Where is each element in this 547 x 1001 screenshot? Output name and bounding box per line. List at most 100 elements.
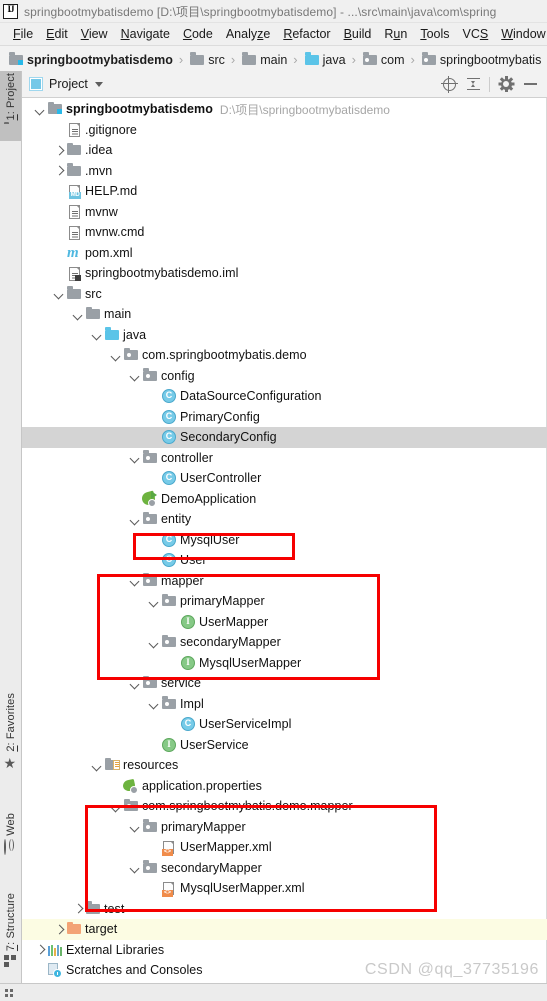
chevron-down-icon[interactable] [53,287,66,300]
tree-row[interactable]: application.properties [22,776,547,797]
intellij-idea-logo [3,3,18,19]
tree-row[interactable]: primaryMapper [22,591,547,612]
stripe-button-structure[interactable]: 7: Structure [0,891,21,972]
menu-item-analyze[interactable]: Analyze [220,25,277,43]
spring-boot-app-icon [140,490,157,507]
chevron-down-icon[interactable] [129,451,142,464]
tree-row[interactable]: DemoApplication [22,489,547,510]
tree-row[interactable]: src [22,284,547,305]
menu-item-file[interactable]: File [7,25,40,43]
menu-item-window[interactable]: Window [495,25,547,43]
menu-item-navigate[interactable]: Navigate [115,25,177,43]
tree-row[interactable]: MysqlUser [22,530,547,551]
tree-row[interactable]: MD HELP.md [22,181,547,202]
tree-row[interactable]: resources [22,755,547,776]
chevron-down-icon[interactable] [148,636,161,649]
tree-row[interactable]: mapper [22,571,547,592]
chevron-down-icon[interactable] [129,513,142,526]
chevron-down-icon[interactable] [129,369,142,382]
tree-row[interactable]: UserServiceImpl [22,714,547,735]
tree-row[interactable]: target [22,919,547,940]
tree-row[interactable]: PrimaryConfig [22,407,547,428]
chevron-down-icon[interactable] [91,328,104,341]
collapse-all-button[interactable] [462,73,484,95]
breadcrumb-item-com[interactable]: com [362,52,405,68]
chevron-down-icon[interactable] [129,677,142,690]
tree-row[interactable]: mvnw [22,202,547,223]
chevron-right-icon[interactable] [53,923,66,936]
tree-row[interactable]: <> UserMapper.xml [22,837,547,858]
menu-item-code[interactable]: Code [177,25,220,43]
chevron-down-icon[interactable] [94,81,103,87]
hide-button[interactable] [519,73,541,95]
tree-row[interactable]: com.springbootmybatis.demo [22,345,547,366]
chevron-down-icon[interactable] [110,800,123,813]
tree-row[interactable]: mvnw.cmd [22,222,547,243]
tree-row[interactable]: com.springbootmybatis.demo.mapper [22,796,547,817]
crosshair-icon [440,75,458,93]
chevron-down-icon[interactable] [34,103,47,116]
menu-item-run[interactable]: Run [378,25,414,43]
project-file-tree[interactable]: springbootmybatisdemo D:\项目\springbootmyb… [22,98,547,983]
tree-row[interactable]: config [22,366,547,387]
menu-item-view[interactable]: View [75,25,115,43]
xml-file-icon: <> [162,840,175,856]
tree-row[interactable]: SecondaryConfig [22,427,547,448]
tree-row[interactable]: springbootmybatisdemo.iml [22,263,547,284]
tree-row[interactable]: controller [22,448,547,469]
tree-row[interactable]: entity [22,509,547,530]
breadcrumb-item-main[interactable]: main [241,52,287,68]
chevron-down-icon[interactable] [91,759,104,772]
tree-row[interactable]: .idea [22,140,547,161]
tree-row[interactable]: test [22,899,547,920]
tree-row[interactable]: <> MysqlUserMapper.xml [22,878,547,899]
locate-in-tree-button[interactable] [438,73,460,95]
settings-button[interactable] [495,73,517,95]
menu-item-refactor[interactable]: Refactor [277,25,337,43]
tree-node-label: resources [123,758,179,773]
stripe-button-web[interactable]: Web [0,811,21,857]
tree-row[interactable]: MysqlUserMapper [22,653,547,674]
menu-item-vcs[interactable]: VCS [457,25,496,43]
tree-row[interactable]: User [22,550,547,571]
tree-row[interactable]: .mvn [22,161,547,182]
menu-item-build[interactable]: Build [338,25,379,43]
tree-row[interactable]: springbootmybatisdemo D:\项目\springbootmyb… [22,99,547,120]
tree-row[interactable]: main [22,304,547,325]
chevron-down-icon[interactable] [129,861,142,874]
menu-item-tools[interactable]: Tools [414,25,456,43]
stripe-button-favorites[interactable]: 2: Favorites ★ [0,691,21,773]
tree-row[interactable]: primaryMapper [22,817,547,838]
chevron-down-icon[interactable] [110,349,123,362]
tree-row[interactable]: m pom.xml [22,243,547,264]
tree-row[interactable]: .gitignore [22,120,547,141]
tree-row[interactable]: UserMapper [22,612,547,633]
chevron-down-icon[interactable] [72,308,85,321]
tree-row[interactable]: secondaryMapper [22,858,547,879]
tree-row[interactable]: External Libraries [22,940,547,961]
project-panel-title[interactable]: Project [49,77,88,91]
breadcrumb-item-springbootmybatis[interactable]: springbootmybatis [421,52,541,68]
tree-row[interactable]: UserService [22,735,547,756]
tree-row[interactable]: DataSourceConfiguration [22,386,547,407]
tree-row[interactable]: UserController [22,468,547,489]
chevron-down-icon[interactable] [129,820,142,833]
scratches-icon [48,963,62,979]
tree-row[interactable]: secondaryMapper [22,632,547,653]
chevron-right-icon[interactable] [53,144,66,157]
package-icon [161,634,177,650]
breadcrumb-item-java[interactable]: java [304,52,346,68]
chevron-down-icon[interactable] [148,595,161,608]
chevron-right-icon[interactable] [34,943,47,956]
breadcrumb-item-springbootmybatisdemo[interactable]: springbootmybatisdemo [8,52,173,68]
tree-row[interactable]: Impl [22,694,547,715]
stripe-button-project[interactable]: 1: Project [0,71,21,142]
chevron-right-icon[interactable] [72,902,85,915]
chevron-down-icon[interactable] [148,697,161,710]
breadcrumb-item-src[interactable]: src [189,52,225,68]
menu-item-edit[interactable]: Edit [40,25,75,43]
chevron-right-icon[interactable] [53,164,66,177]
tree-row[interactable]: java [22,325,547,346]
chevron-down-icon[interactable] [129,574,142,587]
tree-row[interactable]: service [22,673,547,694]
